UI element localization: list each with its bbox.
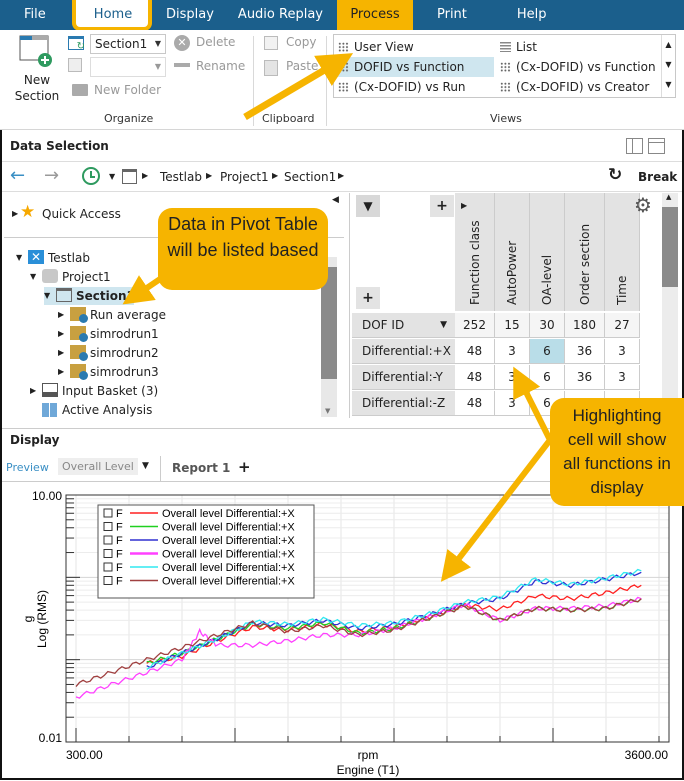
- menu-home[interactable]: Home: [78, 0, 148, 30]
- arrow-to-chart: [440, 438, 553, 582]
- callout-highlight-info: Highlighting cell will show all function…: [550, 398, 684, 506]
- arrow-to-view: [243, 53, 354, 121]
- callout-pivot-info: Data in Pivot Table will be listed based: [158, 208, 328, 290]
- annotation-arrows: [122, 53, 553, 582]
- arrow-to-cell: [513, 366, 553, 442]
